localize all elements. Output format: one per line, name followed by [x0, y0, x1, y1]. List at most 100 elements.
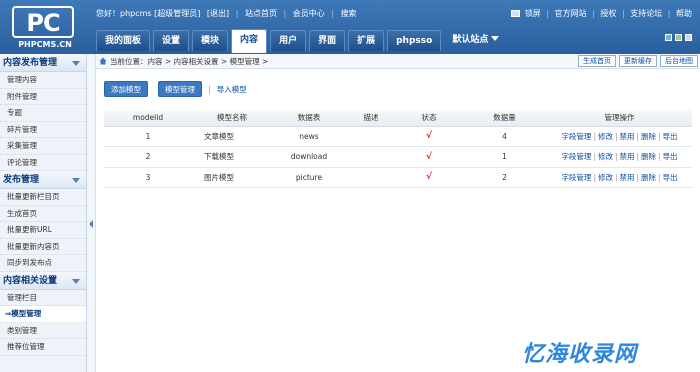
sidebar-item-sync-publish[interactable]: 同步到发布点 [0, 255, 86, 272]
theme-gray-icon[interactable] [685, 34, 692, 41]
theme-green-icon[interactable] [675, 34, 682, 41]
search-link[interactable]: 搜索 [341, 9, 357, 18]
table-row: 2 下载模型 download √ 1 字段管理 | 修改 | 禁用 | 删除 | 导出 [104, 146, 692, 168]
official-site-link[interactable]: 官方网站 [555, 9, 587, 18]
disable-link[interactable]: 禁用 [620, 173, 635, 182]
license-link[interactable]: 授权 [600, 9, 616, 18]
site-switcher[interactable]: 默认站点 [444, 30, 507, 51]
edit-link[interactable]: 修改 [598, 173, 613, 182]
col-header-modelid: modelid [104, 110, 192, 127]
sidebar-item-update-content[interactable]: 批量更新内容页 [0, 239, 86, 255]
sidebar-item-update-category[interactable]: 批量更新栏目页 [0, 189, 86, 206]
row-actions: 字段管理 | 修改 | 禁用 | 删除 | 导出 [547, 146, 692, 168]
sidebar-item-model-manage[interactable]: ⇒模型管理 [0, 306, 86, 323]
export-link[interactable]: 导出 [663, 132, 678, 141]
member-center-link[interactable]: 会员中心 [293, 9, 325, 18]
sidebar: 内容发布管理 管理内容 附件管理 专题 碎片管理 采集管理 评论管理 发布管理 … [0, 54, 87, 372]
sidebar-collapse-handle[interactable] [87, 54, 96, 372]
sidebar-item-topics[interactable]: 专题 [0, 105, 86, 122]
logo-mark: PC [12, 6, 74, 38]
sidebar-section-content-settings[interactable]: 内容相关设置 [0, 271, 86, 290]
breadcrumb: 当前位置：内容 > 内容相关设置 > 模型管理 > [110, 57, 269, 66]
cell-desc [346, 126, 396, 147]
sidebar-item-update-url[interactable]: 批量更新URL [0, 222, 86, 239]
section-title: 内容发布管理 [3, 58, 58, 68]
col-header-name: 模型名称 [192, 110, 272, 127]
tab-phpsso[interactable]: phpsso [387, 30, 442, 51]
sidebar-item-position-manage[interactable]: 推荐位管理 [0, 339, 86, 356]
cell-modelid: 2 [104, 146, 192, 168]
chevron-down-icon [72, 178, 80, 183]
model-table: modelid 模型名称 数据表 描述 状态 数据量 管理操作 1 文章模型 n… [104, 110, 692, 188]
cell-table: download [272, 146, 346, 168]
logo-text: PHPCMS.CN [18, 40, 72, 49]
sidebar-item-collect[interactable]: 采集管理 [0, 138, 86, 155]
tab-settings[interactable]: 设置 [153, 30, 190, 51]
export-link[interactable]: 导出 [663, 152, 678, 161]
delete-link[interactable]: 删除 [641, 132, 656, 141]
delete-link[interactable]: 删除 [641, 152, 656, 161]
cell-count: 1 [462, 146, 547, 168]
tab-extend[interactable]: 扩展 [348, 30, 385, 51]
edit-link[interactable]: 修改 [598, 152, 613, 161]
field-manage-link[interactable]: 字段管理 [561, 152, 591, 161]
sidebar-item-generate-home[interactable]: 生成首页 [0, 206, 86, 222]
cell-modelid: 1 [104, 126, 192, 147]
disable-link[interactable]: 禁用 [620, 132, 635, 141]
tab-content[interactable]: 内容 [231, 29, 268, 53]
row-actions: 字段管理 | 修改 | 禁用 | 删除 | 导出 [547, 126, 692, 147]
col-header-ops: 管理操作 [547, 110, 692, 127]
sidebar-item-manage-content[interactable]: 管理内容 [0, 72, 86, 89]
generate-home-button[interactable]: 生成首页 [578, 55, 616, 67]
admin-map-button[interactable]: 后台地图 [660, 55, 698, 67]
tab-modules[interactable]: 模块 [192, 30, 229, 51]
help-link[interactable]: 帮助 [676, 9, 692, 18]
table-header-row: modelid 模型名称 数据表 描述 状态 数据量 管理操作 [104, 110, 692, 127]
add-model-button[interactable]: 添加模型 [104, 81, 148, 97]
table-row: 1 文章模型 news √ 4 字段管理 | 修改 | 禁用 | 删除 | 导出 [104, 126, 692, 147]
disable-link[interactable]: 禁用 [620, 152, 635, 161]
phpcms-logo[interactable]: PC PHPCMS.CN [6, 4, 84, 50]
import-model-link[interactable]: 导入模型 [217, 84, 247, 95]
site-switcher-label: 默认站点 [452, 35, 489, 45]
section-title: 发布管理 [3, 175, 40, 185]
main-content: 当前位置：内容 > 内容相关设置 > 模型管理 > 生成首页 更新缓存 后台地图… [96, 54, 700, 372]
logout-link[interactable]: [退出] [207, 9, 229, 18]
model-manage-button[interactable]: 模型管理 [158, 81, 202, 97]
sidebar-item-attachments[interactable]: 附件管理 [0, 89, 86, 105]
sidebar-item-comments[interactable]: 评论管理 [0, 155, 86, 171]
forum-link[interactable]: 支持论坛 [630, 9, 662, 18]
sidebar-item-type-manage[interactable]: 类别管理 [0, 323, 86, 339]
sidebar-section-publish[interactable]: 发布管理 [0, 171, 86, 189]
sidebar-item-blocks[interactable]: 碎片管理 [0, 122, 86, 138]
tab-users[interactable]: 用户 [270, 30, 307, 51]
delete-link[interactable]: 删除 [641, 173, 656, 182]
quick-actions: 生成首页 更新缓存 后台地图 [578, 55, 698, 67]
lock-screen-link[interactable]: 锁屏 [525, 9, 541, 18]
tab-interface[interactable]: 界面 [309, 30, 346, 51]
site-home-link[interactable]: 站点首页 [245, 9, 277, 18]
status-check-icon[interactable]: √ [396, 167, 462, 188]
cell-name: 文章模型 [192, 126, 272, 147]
field-manage-link[interactable]: 字段管理 [561, 132, 591, 141]
cell-name: 下载模型 [192, 146, 272, 168]
top-right-links: 锁屏 | 官方网站 | 授权 | 支持论坛 | 帮助 [508, 8, 692, 19]
status-check-icon[interactable]: √ [396, 126, 462, 147]
sub-nav: 添加模型 模型管理 | 导入模型 [104, 81, 247, 97]
sidebar-item-manage-category[interactable]: 管理栏目 [0, 290, 86, 306]
lock-icon[interactable] [510, 10, 520, 17]
main-nav: 我的面板 设置 模块 内容 用户 界面 扩展 phpsso 默认站点 [96, 29, 510, 53]
tab-panel[interactable]: 我的面板 [96, 30, 151, 51]
breadcrumb-bar: 当前位置：内容 > 内容相关设置 > 模型管理 > 生成首页 更新缓存 后台地图 [96, 54, 700, 69]
status-check-icon[interactable]: √ [396, 146, 462, 168]
export-link[interactable]: 导出 [663, 173, 678, 182]
update-cache-button[interactable]: 更新缓存 [619, 55, 657, 67]
field-manage-link[interactable]: 字段管理 [561, 173, 591, 182]
col-header-desc: 描述 [346, 110, 396, 127]
edit-link[interactable]: 修改 [598, 132, 613, 141]
chevron-down-icon [72, 278, 80, 284]
table-row: 3 图片模型 picture √ 2 字段管理 | 修改 | 禁用 | 删除 | 导出 [104, 167, 692, 188]
theme-blue-icon[interactable] [665, 34, 672, 41]
sidebar-section-content-publish[interactable]: 内容发布管理 [0, 54, 86, 72]
top-header: PC PHPCMS.CN 您好！phpcms [超级管理员] [退出] | 站点… [0, 0, 700, 54]
